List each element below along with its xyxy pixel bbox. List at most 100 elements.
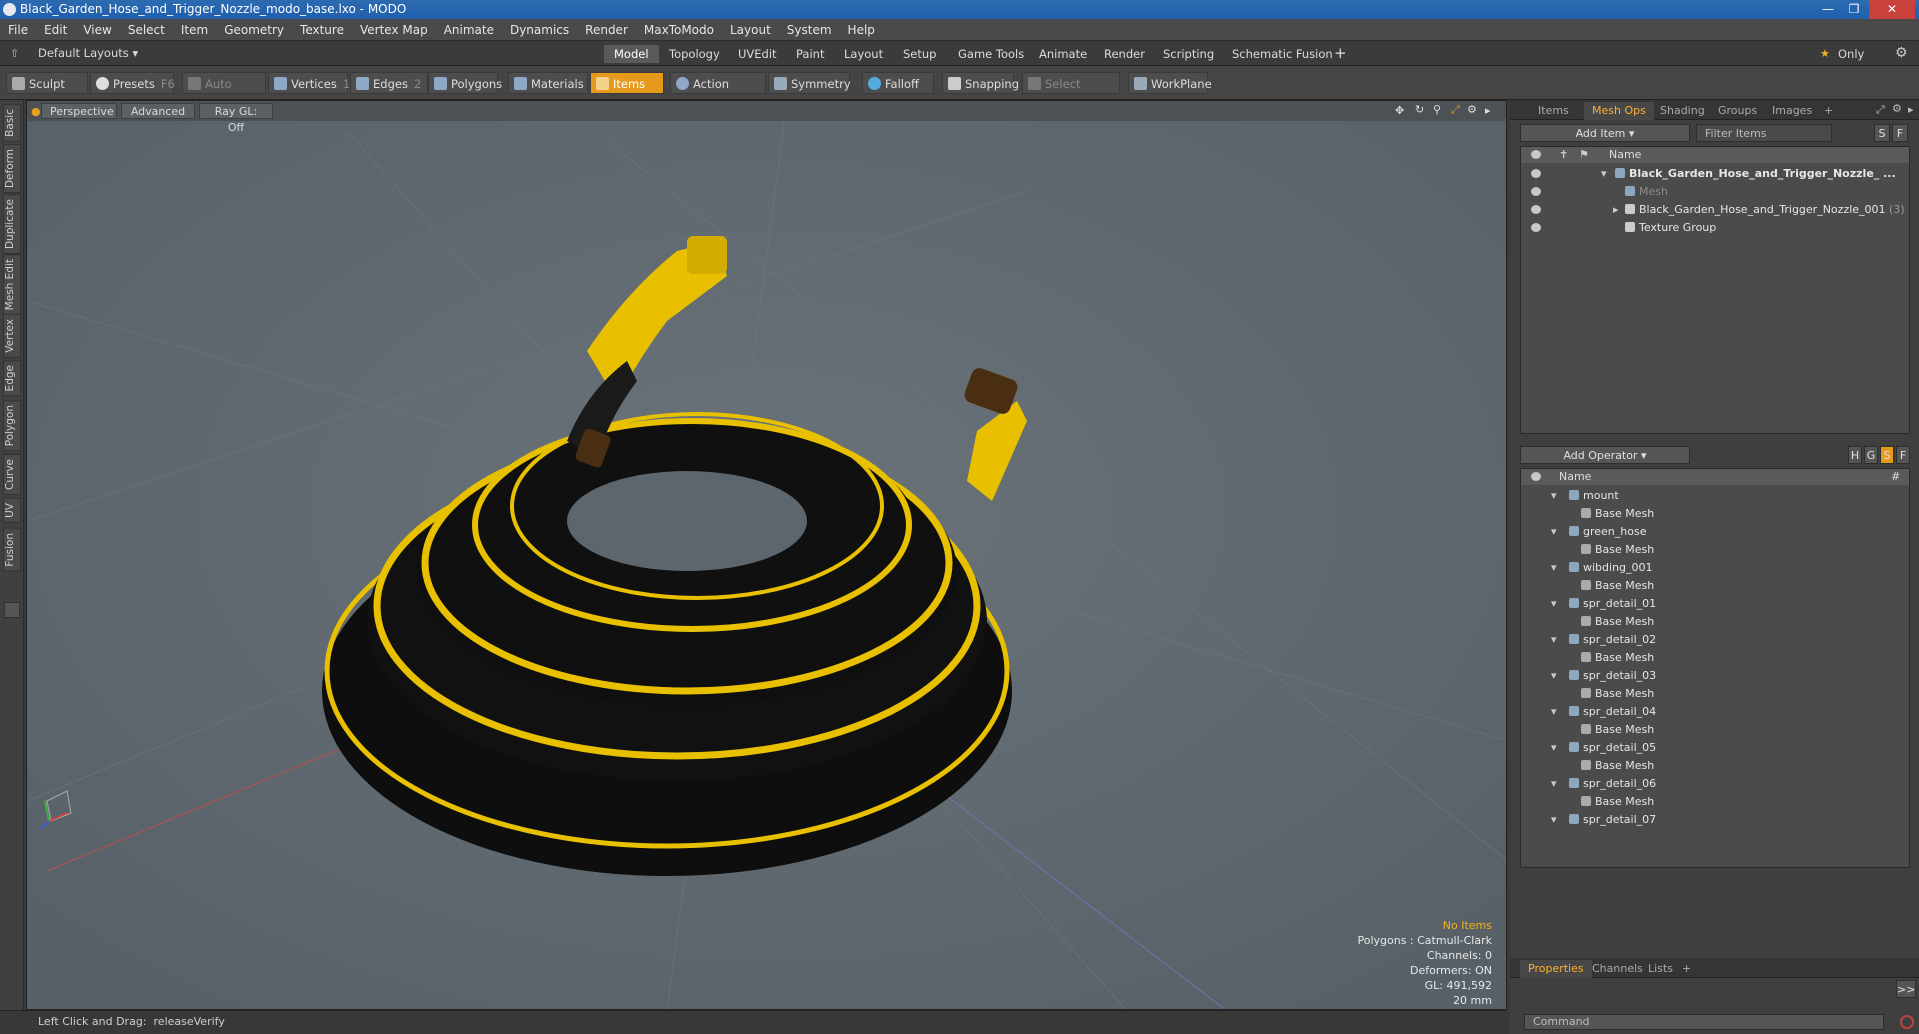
edges-button[interactable]: Edges 2 bbox=[350, 72, 428, 94]
tab-mesh-ops[interactable]: Mesh Ops bbox=[1584, 102, 1654, 120]
tab-animate[interactable]: Animate bbox=[1029, 45, 1097, 63]
meshop-row[interactable]: ▾ spr_detail_02 bbox=[1521, 631, 1909, 649]
snapping-button[interactable]: Snapping bbox=[942, 72, 1019, 94]
tab-game-tools[interactable]: Game Tools bbox=[948, 45, 1034, 63]
shading-mode-dropdown[interactable]: Advanced bbox=[121, 103, 195, 119]
tab-topology[interactable]: Topology bbox=[659, 45, 730, 63]
add-panel-tab-icon[interactable]: + bbox=[1816, 102, 1841, 120]
only-toggle[interactable]: Only bbox=[1838, 47, 1864, 61]
tab-duplicate[interactable]: Duplicate bbox=[3, 194, 21, 255]
collapse-arrow-icon[interactable]: ▾ bbox=[1551, 739, 1557, 757]
menu-view[interactable]: View bbox=[75, 19, 119, 41]
action-center-button[interactable]: Action Center bbox=[670, 72, 766, 113]
gear-icon[interactable]: ⚙ bbox=[1895, 45, 1908, 61]
panel-expand-icon[interactable]: ⤢ bbox=[1876, 103, 1885, 117]
menu-item[interactable]: Item bbox=[173, 19, 216, 41]
menu-render[interactable]: Render bbox=[577, 19, 636, 41]
polygons-button[interactable]: Polygons bbox=[428, 72, 502, 94]
minimize-icon[interactable]: — bbox=[1817, 0, 1839, 19]
menu-file[interactable]: File bbox=[0, 19, 36, 41]
panel-settings-icon[interactable]: ⚙ bbox=[1892, 102, 1902, 115]
tab-images[interactable]: Images bbox=[1764, 102, 1820, 120]
collapse-arrow-icon[interactable]: ▾ bbox=[1601, 165, 1607, 183]
tab-uv[interactable]: UV bbox=[3, 498, 21, 523]
menu-texture[interactable]: Texture bbox=[292, 19, 352, 41]
tab-curve[interactable]: Curve bbox=[3, 454, 21, 495]
tab-vertex[interactable]: Vertex bbox=[3, 314, 21, 358]
meshop-row[interactable]: ▾ spr_detail_05 bbox=[1521, 739, 1909, 757]
meshops-s-button[interactable]: S bbox=[1880, 446, 1894, 464]
menu-select[interactable]: Select bbox=[120, 19, 173, 41]
meshops-g-button[interactable]: G bbox=[1864, 446, 1878, 464]
tab-uvedit[interactable]: UVEdit bbox=[728, 45, 787, 63]
3d-viewport[interactable]: ● Perspective Advanced Ray GL: Off ✥ ↻ ⚲… bbox=[26, 100, 1507, 1010]
meshop-row[interactable]: ▾ spr_detail_07 bbox=[1521, 811, 1909, 829]
layout-dropdown[interactable]: Default Layouts ▾ bbox=[38, 46, 138, 60]
meshop-row[interactable]: ▾ mount bbox=[1521, 487, 1909, 505]
tree-row[interactable]: ▸ Black_Garden_Hose_and_Trigger_Nozzle_0… bbox=[1521, 201, 1909, 219]
meshop-row[interactable]: ▾ spr_detail_01 bbox=[1521, 595, 1909, 613]
meshop-row[interactable]: ▾ spr_detail_04 bbox=[1521, 703, 1909, 721]
tab-paint[interactable]: Paint bbox=[786, 45, 834, 63]
tab-items[interactable]: Items bbox=[1530, 102, 1577, 120]
meshop-row[interactable]: ▾ green_hose bbox=[1521, 523, 1909, 541]
tab-layout[interactable]: Layout bbox=[834, 45, 893, 63]
visibility-icon[interactable] bbox=[1531, 169, 1541, 178]
collapse-arrow-icon[interactable]: ▾ bbox=[1551, 775, 1557, 793]
tree-row[interactable]: Mesh bbox=[1521, 183, 1909, 201]
menu-maxtomodo[interactable]: MaxToModo bbox=[636, 19, 722, 41]
falloff-button[interactable]: Falloff bbox=[862, 72, 934, 94]
view-mode-dropdown[interactable]: Perspective bbox=[41, 103, 117, 119]
collapse-arrow-icon[interactable]: ▾ bbox=[1551, 811, 1557, 829]
rotate-icon[interactable]: ↻ bbox=[1415, 103, 1424, 116]
base-mesh-row[interactable]: Base Mesh bbox=[1521, 505, 1909, 523]
tab-mesh-edit[interactable]: Mesh Edit bbox=[3, 254, 21, 316]
menu-edit[interactable]: Edit bbox=[36, 19, 75, 41]
base-mesh-row[interactable]: Base Mesh bbox=[1521, 721, 1909, 739]
restore-icon[interactable]: ❐ bbox=[1843, 0, 1865, 19]
expand-properties-button[interactable]: >> bbox=[1896, 980, 1916, 998]
add-item-button[interactable]: Add Item ▾ bbox=[1520, 124, 1690, 142]
visibility-icon[interactable] bbox=[1531, 187, 1541, 196]
visibility-icon[interactable] bbox=[1531, 223, 1541, 232]
base-mesh-row[interactable]: Base Mesh bbox=[1521, 685, 1909, 703]
tab-render[interactable]: Render bbox=[1094, 45, 1155, 63]
maximize-icon[interactable]: ⤢ bbox=[1451, 103, 1460, 117]
workplane-button[interactable]: WorkPlane bbox=[1128, 72, 1212, 94]
raygl-toggle[interactable]: Ray GL: Off bbox=[199, 103, 273, 134]
collapse-arrow-icon[interactable]: ▾ bbox=[1551, 667, 1557, 685]
base-mesh-row[interactable]: Base Mesh bbox=[1521, 793, 1909, 811]
collapse-arrow-icon[interactable]: ▾ bbox=[1551, 631, 1557, 649]
viewport-menu-icon[interactable]: ● bbox=[31, 105, 41, 118]
expand-arrow-icon[interactable]: ▸ bbox=[1613, 201, 1619, 219]
meshop-row[interactable]: ▾ wibding_001 bbox=[1521, 559, 1909, 577]
tab-properties[interactable]: Properties bbox=[1520, 960, 1592, 978]
presets-button[interactable]: Presets F6 bbox=[90, 72, 175, 94]
collapse-arrow-icon[interactable]: ▾ bbox=[1551, 487, 1557, 505]
base-mesh-row[interactable]: Base Mesh bbox=[1521, 649, 1909, 667]
collapse-arrow-icon[interactable]: ▾ bbox=[1551, 703, 1557, 721]
base-mesh-row[interactable]: Base Mesh bbox=[1521, 577, 1909, 595]
select-through-button[interactable]: Select Through bbox=[1022, 72, 1120, 113]
meshop-row[interactable]: ▾ spr_detail_03 bbox=[1521, 667, 1909, 685]
menu-geometry[interactable]: Geometry bbox=[216, 19, 292, 41]
menu-layout[interactable]: Layout bbox=[722, 19, 779, 41]
tab-basic[interactable]: Basic bbox=[3, 104, 21, 142]
tab-shading[interactable]: Shading bbox=[1652, 102, 1713, 120]
materials-button[interactable]: Materials bbox=[508, 72, 588, 94]
base-mesh-row[interactable]: Base Mesh bbox=[1521, 757, 1909, 775]
menu-help[interactable]: Help bbox=[840, 19, 883, 41]
layout-pin-icon[interactable]: ⇧ bbox=[10, 47, 19, 60]
command-input[interactable]: Command bbox=[1524, 1014, 1884, 1030]
visibility-icon[interactable] bbox=[1531, 205, 1541, 214]
sculpt-button[interactable]: Sculpt bbox=[6, 72, 88, 94]
tab-groups[interactable]: Groups bbox=[1710, 102, 1765, 120]
items-s-button[interactable]: S bbox=[1874, 124, 1890, 142]
base-mesh-row[interactable]: Base Mesh bbox=[1521, 613, 1909, 631]
menu-vertex-map[interactable]: Vertex Map bbox=[352, 19, 436, 41]
meshops-h-button[interactable]: H bbox=[1848, 446, 1862, 464]
tab-deform[interactable]: Deform bbox=[3, 144, 21, 194]
items-button[interactable]: Items bbox=[590, 72, 664, 94]
collapse-arrow-icon[interactable]: ▾ bbox=[1551, 559, 1557, 577]
tab-model[interactable]: Model bbox=[604, 45, 659, 63]
